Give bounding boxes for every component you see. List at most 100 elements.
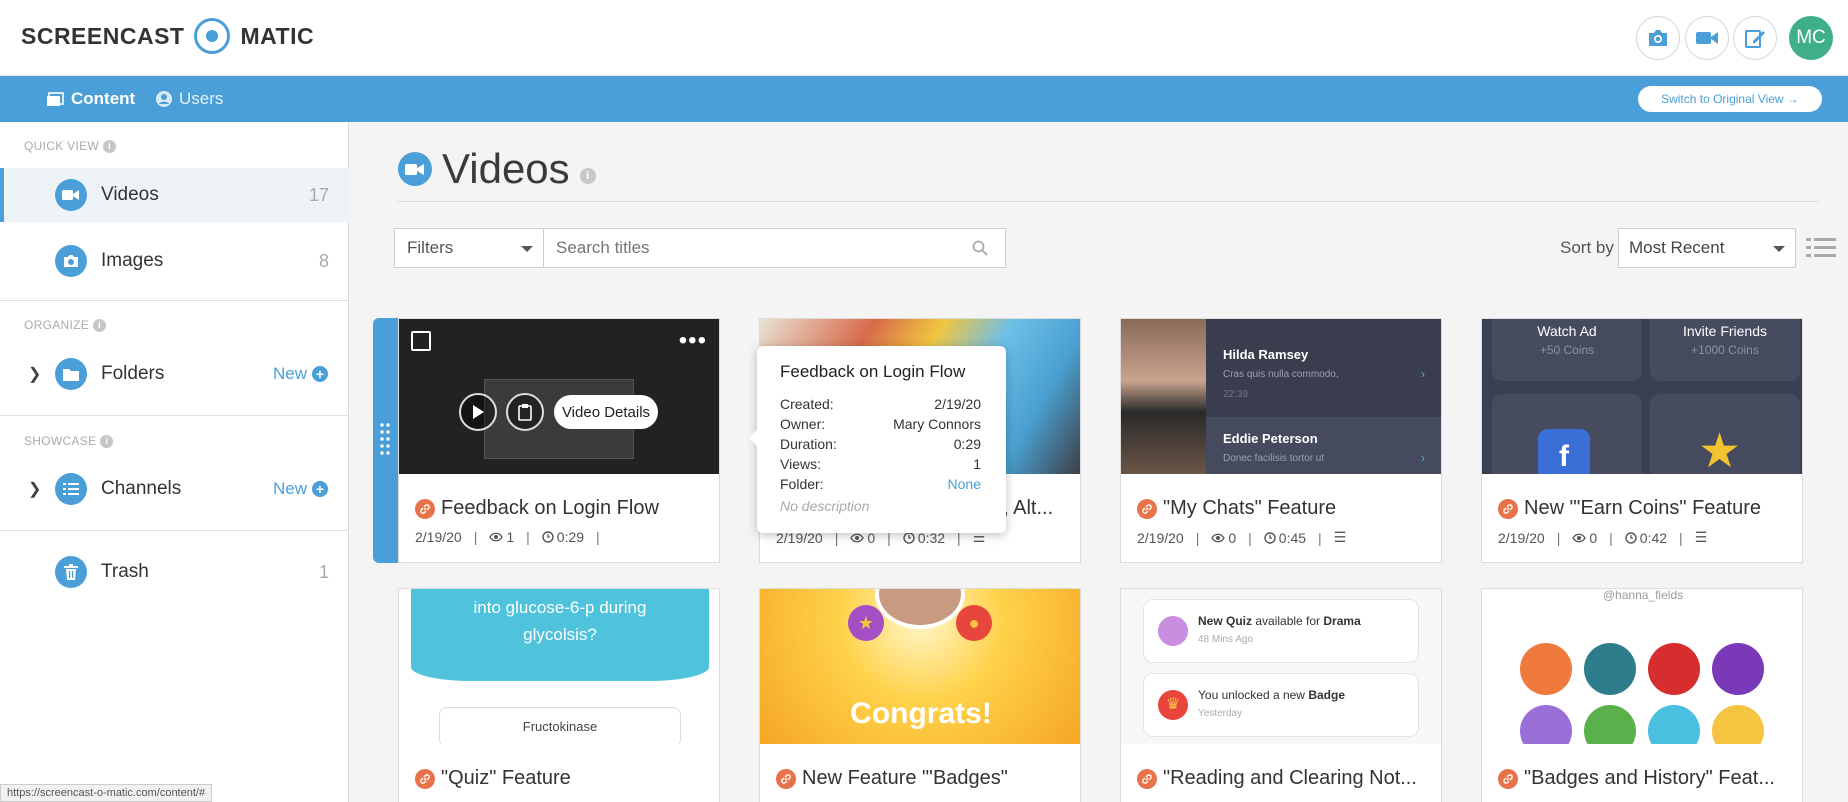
card-title-row[interactable]: New Feature "'Badges": [776, 767, 1008, 790]
video-card[interactable]: New Quiz available for Drama 48 Mins Ago…: [1120, 588, 1442, 802]
nav-users[interactable]: Users: [156, 76, 223, 122]
channels-icon[interactable]: ☰: [1334, 529, 1347, 546]
notification-card: ♛ You unlocked a new Badge Yesterday: [1143, 673, 1419, 737]
video-card[interactable]: @hanna_fields "Badges and History" Feat.…: [1481, 588, 1803, 802]
page-title: Videos: [442, 145, 570, 192]
badge-icon: [1712, 643, 1764, 695]
card-title-row[interactable]: "Badges and History" Feat...: [1498, 767, 1775, 790]
card-title-row[interactable]: New "'Earn Coins" Feature: [1498, 497, 1761, 520]
tooltip-value: 1: [973, 456, 981, 472]
list-view-icon[interactable]: [1806, 237, 1836, 264]
clock-icon: [903, 531, 915, 544]
drag-handle[interactable]: [373, 318, 400, 563]
chat-time: 22:39: [1223, 389, 1249, 400]
logo-ring-icon: [194, 18, 231, 54]
sidebar-item-images[interactable]: Images 8: [0, 234, 349, 288]
video-card[interactable]: ••• Video Details Feedback on Login Flow…: [398, 318, 720, 563]
card-title-row[interactable]: "My Chats" Feature: [1137, 497, 1336, 520]
tooltip-folder-link[interactable]: None: [948, 474, 981, 494]
chevron-right-icon[interactable]: ❯: [28, 479, 41, 499]
logo[interactable]: SCREENCAST MATIC: [21, 18, 314, 54]
crown-badge-icon: [1648, 643, 1700, 695]
play-button[interactable]: [459, 393, 497, 431]
tooltip-row: Created: 2/19/20: [780, 394, 981, 414]
info-icon[interactable]: i: [100, 434, 114, 448]
info-icon[interactable]: i: [93, 318, 107, 332]
video-thumbnail[interactable]: Watch Ad +50 Coins Invite Friends +1000 …: [1482, 319, 1802, 474]
tile-sub: +1000 Coins: [1691, 343, 1759, 357]
chevron-right-icon[interactable]: ❯: [28, 364, 41, 384]
notification-text: You unlocked a new Badge: [1198, 688, 1345, 702]
edit-icon: [1745, 30, 1765, 48]
card-title-row[interactable]: "Quiz" Feature: [415, 767, 571, 790]
chevron-right-icon: ›: [1421, 367, 1425, 381]
card-meta: 2/19/20 | 0 | 0:42 | ☰: [1498, 529, 1708, 546]
video-thumbnail[interactable]: ★ ● Congrats!: [760, 589, 1080, 744]
tooltip-value: 0:29: [953, 436, 981, 452]
video-thumbnail[interactable]: into glucose-6-p during glycolsis? Fruct…: [399, 589, 719, 744]
edit-button[interactable]: [1733, 16, 1777, 60]
more-options-icon[interactable]: •••: [679, 329, 707, 353]
notification-card: New Quiz available for Drama 48 Mins Ago: [1143, 599, 1419, 663]
notification-text-part: available for: [1252, 614, 1324, 628]
search-icon[interactable]: [972, 240, 988, 261]
card-views: 0: [1589, 529, 1598, 546]
card-title-row[interactable]: Feedback on Login Flow: [415, 497, 659, 520]
info-icon[interactable]: i: [579, 168, 596, 184]
info-icon[interactable]: i: [103, 139, 117, 153]
video-card[interactable]: Watch Ad +50 Coins Invite Friends +1000 …: [1481, 318, 1803, 563]
select-checkbox[interactable]: [411, 331, 431, 351]
card-title: "Badges and History" Feat...: [1524, 767, 1775, 789]
card-views: 0: [1228, 529, 1237, 546]
sidebar-item-folders[interactable]: ❯ Folders New +: [0, 347, 349, 401]
notification-bold: Drama: [1323, 614, 1361, 628]
card-date: 2/19/20: [1137, 529, 1184, 546]
new-folder-button[interactable]: New +: [273, 364, 328, 384]
camera-icon: [55, 245, 87, 277]
nav-content[interactable]: Content: [46, 76, 135, 122]
new-label: New: [272, 479, 307, 498]
record-video-button[interactable]: [1685, 16, 1729, 60]
video-thumbnail[interactable]: @hanna_fields: [1482, 589, 1802, 744]
video-details-button[interactable]: Video Details: [554, 395, 658, 429]
channels-icon[interactable]: ☰: [1695, 529, 1708, 546]
link-icon: [1137, 498, 1157, 519]
video-card[interactable]: Hilda Ramsey Cras quis nulla commodo, 22…: [1120, 318, 1442, 563]
notification-time: 48 Mins Ago: [1198, 634, 1254, 645]
filters-dropdown[interactable]: Filters: [394, 228, 544, 268]
status-bar-url: https://screencast-o-matic.com/content/#: [0, 784, 213, 802]
sidebar-item-trash[interactable]: Trash 1: [0, 545, 349, 599]
sidebar-item-count: 17: [308, 184, 329, 205]
tooltip-row: Folder: None: [780, 474, 981, 494]
tooltip-row: Duration: 0:29: [780, 434, 981, 454]
video-card[interactable]: ★ ● Congrats! New Feature "'Badges": [759, 588, 1081, 802]
card-title-row[interactable]: "Reading and Clearing Not...: [1137, 767, 1417, 790]
tooltip-key: Created:: [780, 396, 834, 412]
user-avatar[interactable]: MC: [1789, 16, 1833, 60]
search-input[interactable]: [543, 228, 1006, 268]
sidebar-item-count: 8: [318, 250, 329, 271]
switch-view-button[interactable]: Switch to Original View →: [1638, 86, 1822, 112]
screenshot-button[interactable]: [1636, 16, 1680, 60]
sidebar-item-channels[interactable]: ❯ Channels New +: [0, 462, 349, 516]
sidebar-item-videos[interactable]: Videos 17: [0, 168, 349, 222]
sort-dropdown[interactable]: Most Recent: [1618, 228, 1796, 268]
user-handle: @hanna_fields: [1602, 589, 1684, 602]
card-duration: 0:45: [1278, 529, 1307, 546]
notification-bold: New Quiz: [1198, 614, 1253, 628]
video-card[interactable]: into glucose-6-p during glycolsis? Fruct…: [398, 588, 720, 802]
divider: [0, 415, 349, 416]
video-thumbnail[interactable]: New Quiz available for Drama 48 Mins Ago…: [1121, 589, 1441, 744]
notification-time: Yesterday: [1198, 708, 1243, 719]
tooltip-row: Views: 1: [780, 454, 981, 474]
video-thumbnail[interactable]: Hilda Ramsey Cras quis nulla commodo, 22…: [1121, 319, 1441, 474]
card-title: Feedback on Login Flow: [441, 497, 659, 519]
user-icon: [156, 91, 172, 107]
video-thumbnail[interactable]: ••• Video Details: [399, 319, 719, 474]
new-channel-button[interactable]: New +: [273, 479, 328, 499]
showcase-section-label: SHOWCASE i: [24, 434, 114, 448]
card-title: New "'Earn Coins" Feature: [1524, 497, 1762, 519]
copy-link-button[interactable]: [506, 393, 544, 431]
sidebar-item-label: Channels: [101, 478, 182, 499]
logo-right-text: MATIC: [240, 22, 315, 49]
